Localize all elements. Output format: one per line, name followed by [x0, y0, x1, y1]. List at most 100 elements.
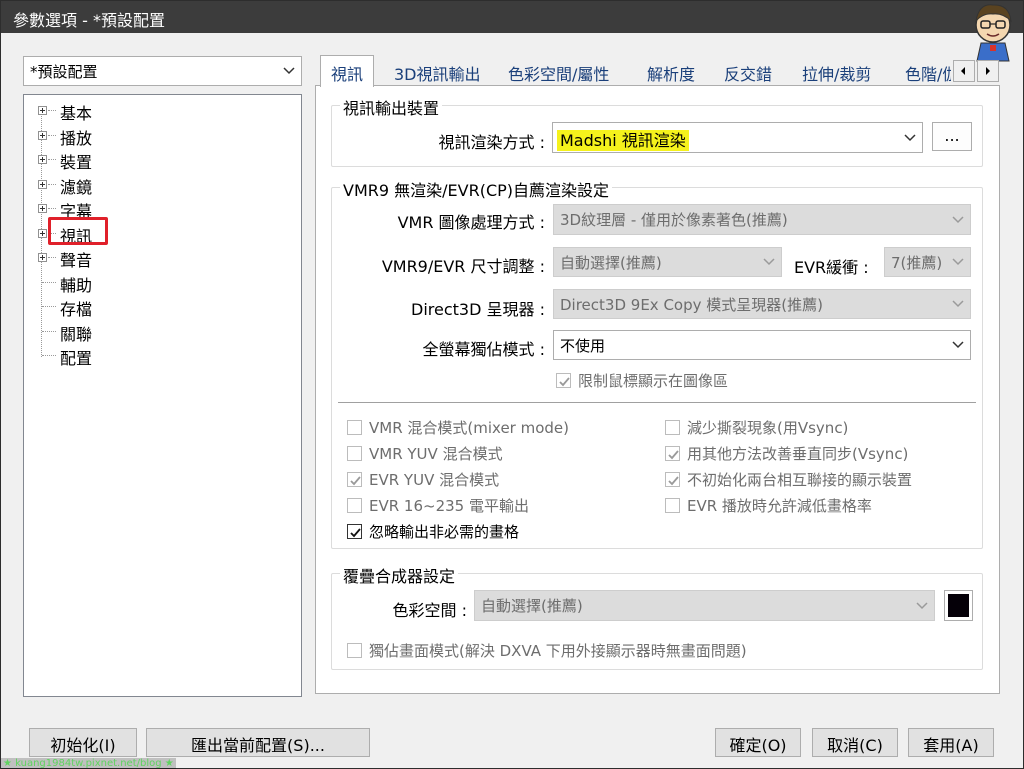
output-device-group-title: 視訊輸出裝置	[340, 95, 443, 119]
overlay-mixer-group-title: 覆疊合成器設定	[340, 563, 459, 587]
apply-button[interactable]: 套用(A)	[908, 728, 994, 757]
checkbox-box	[347, 498, 362, 513]
color-swatch-fill	[948, 594, 969, 617]
tab-stretch-crop[interactable]: 拉伸/裁剪	[802, 58, 871, 86]
chevron-down-icon	[952, 215, 964, 223]
vmr-right-checkbox-label: 減少撕裂現象(用Vsync)	[687, 419, 849, 437]
expand-plus-icon[interactable]	[38, 179, 47, 189]
fullscreen-select-value: 不使用	[560, 337, 606, 355]
tree-connector	[42, 355, 56, 356]
chevron-down-icon	[952, 258, 964, 266]
tree-item-label: 關聯	[60, 324, 93, 344]
tree-item-label: 播放	[60, 128, 93, 148]
evr-buffer-select[interactable]: 7(推薦)	[884, 247, 971, 277]
expand-plus-icon[interactable]	[38, 106, 47, 115]
checkbox-box	[665, 446, 680, 461]
tab-scroll-right-button[interactable]	[977, 60, 999, 82]
vmr-right-checkbox-label: 用其他方法改善垂直同步(Vsync)	[687, 445, 909, 463]
vmr-processing-label: VMR 圖像處理方式 :	[397, 213, 545, 232]
colorspace-select[interactable]: 自動選擇(推薦)	[474, 590, 935, 621]
checkbox-box	[665, 472, 680, 487]
limit-cursor-label: 限制鼠標顯示在圖像區	[578, 372, 729, 390]
tree-connector	[48, 208, 56, 209]
checkmark-icon	[668, 476, 679, 486]
profile-select[interactable]: *預設配置	[23, 56, 302, 86]
vmr-left-checkbox-label: EVR YUV 混合模式	[369, 471, 500, 489]
vmr-left-checkbox-label: VMR YUV 混合模式	[369, 445, 503, 463]
tree-connector	[48, 159, 56, 160]
checkbox-box	[665, 498, 680, 513]
tree-item-label: 基本	[60, 104, 93, 123]
tab-deinterlace[interactable]: 反交錯	[724, 58, 772, 86]
tab-3d-output[interactable]: 3D視訊輸出	[394, 58, 481, 86]
chevron-down-icon	[916, 601, 928, 609]
tab-video[interactable]: 視訊	[320, 55, 375, 87]
vmr9-divider	[338, 402, 976, 403]
color-swatch-button[interactable]	[944, 590, 973, 621]
checkmark-icon	[350, 476, 361, 486]
expand-plus-icon[interactable]	[38, 253, 47, 262]
expand-plus-icon[interactable]	[38, 228, 47, 238]
evr-buffer-select-value: 7(推薦)	[891, 254, 943, 272]
tree-selection-highlight	[48, 217, 108, 245]
tree-connector	[48, 134, 56, 136]
fullscreen-select[interactable]: 不使用	[553, 330, 971, 360]
vmr-right-checkbox-label: 不初始化兩台相互聯接的顯示裝置	[687, 471, 913, 489]
expand-plus-icon[interactable]	[38, 204, 47, 213]
tree-connector	[48, 110, 56, 111]
tab-scroll-left-button[interactable]	[953, 60, 975, 82]
reset-button[interactable]: 初始化(I)	[29, 728, 137, 757]
checkbox-box	[347, 524, 362, 539]
checkmark-icon	[668, 450, 679, 460]
tab-label: 色彩空間/屬性	[508, 65, 610, 84]
tree-item-label: 裝置	[60, 153, 93, 172]
checkmark-icon	[350, 528, 361, 538]
window-title: 參數選項 - *預設配置	[13, 11, 165, 30]
d3d-select-value: Direct3D 9Ex Copy 模式呈現器(推薦)	[560, 296, 823, 314]
vmr-left-checkbox-label: EVR 16~235 電平輸出	[369, 497, 529, 515]
tree-connector	[48, 257, 56, 258]
export-config-button-label: 匯出當前配置(S)...	[191, 736, 325, 755]
vmr-right-checkbox-label: EVR 播放時允許減低畫格率	[687, 497, 872, 515]
evr-buffer-label: EVR緩衝 :	[794, 258, 869, 277]
tab-levels[interactable]: 色階/伽	[905, 58, 951, 86]
caret-right-icon	[986, 67, 990, 75]
tab-resolution[interactable]: 解析度	[647, 58, 695, 86]
ok-button-label: 確定(O)	[729, 736, 787, 755]
expand-plus-icon[interactable]	[38, 155, 47, 164]
d3d-select[interactable]: Direct3D 9Ex Copy 模式呈現器(推薦)	[553, 289, 971, 319]
resize-select[interactable]: 自動選擇(推薦)	[553, 247, 782, 277]
chevron-down-icon	[952, 341, 964, 349]
tree-item-label: 配置	[60, 349, 93, 368]
renderer-settings-button[interactable]: ...	[932, 122, 972, 151]
ok-button[interactable]: 確定(O)	[715, 728, 801, 757]
mascot-icon	[975, 4, 1012, 62]
tree-connector	[48, 183, 56, 185]
tab-colorspace[interactable]: 色彩空間/屬性	[508, 58, 609, 86]
expand-plus-icon[interactable]	[38, 130, 47, 140]
tree-item-label: 聲音	[60, 251, 93, 270]
export-config-button[interactable]: 匯出當前配置(S)...	[146, 728, 370, 757]
settings-tree[interactable]: 基本 播放 裝置 濾鏡 字幕 視訊 聲音 輔助 存檔 關聯 配置	[23, 94, 302, 697]
apply-button-label: 套用(A)	[923, 736, 979, 755]
tab-label: 視訊	[331, 65, 364, 84]
cancel-button[interactable]: 取消(C)	[812, 728, 898, 757]
tab-label: 反交錯	[724, 65, 773, 84]
caret-left-icon	[961, 67, 965, 75]
reset-button-label: 初始化(I)	[50, 736, 116, 755]
renderer-select[interactable]: Madshi 視訊渲染	[552, 122, 923, 153]
checkbox-box	[347, 446, 362, 461]
checkbox-box	[347, 472, 362, 487]
vmr-left-checkbox-label: VMR 混合模式(mixer mode)	[369, 419, 569, 437]
chevron-down-icon	[763, 258, 775, 266]
vmr-processing-select[interactable]: 3D紋理層 - 僅用於像素著色(推薦)	[553, 204, 971, 235]
tree-item-label: 濾鏡	[60, 177, 93, 197]
exclusive-mode-label: 獨佔畫面模式(解決 DXVA 下用外接顯示器時無畫面問題)	[369, 642, 747, 660]
vmr-left-checkbox-label: 忽略輸出非必需的畫格	[369, 523, 520, 541]
preferences-window: 參數選項 - *預設配置 *預設配置 基本 播放 裝置 濾鏡 字幕 視訊 聲音 輔助 存檔 關聯配…	[0, 0, 1024, 769]
blog-watermark: ★ kuang1984tw.pixnet.net/blog ★	[1, 758, 176, 769]
resize-select-value: 自動選擇(推薦)	[560, 254, 662, 272]
chevron-down-icon	[904, 133, 916, 141]
tree-connector	[42, 306, 56, 307]
vmr9-group-title: VMR9 無渲染/EVR(CP)自薦渲染設定	[340, 177, 613, 201]
